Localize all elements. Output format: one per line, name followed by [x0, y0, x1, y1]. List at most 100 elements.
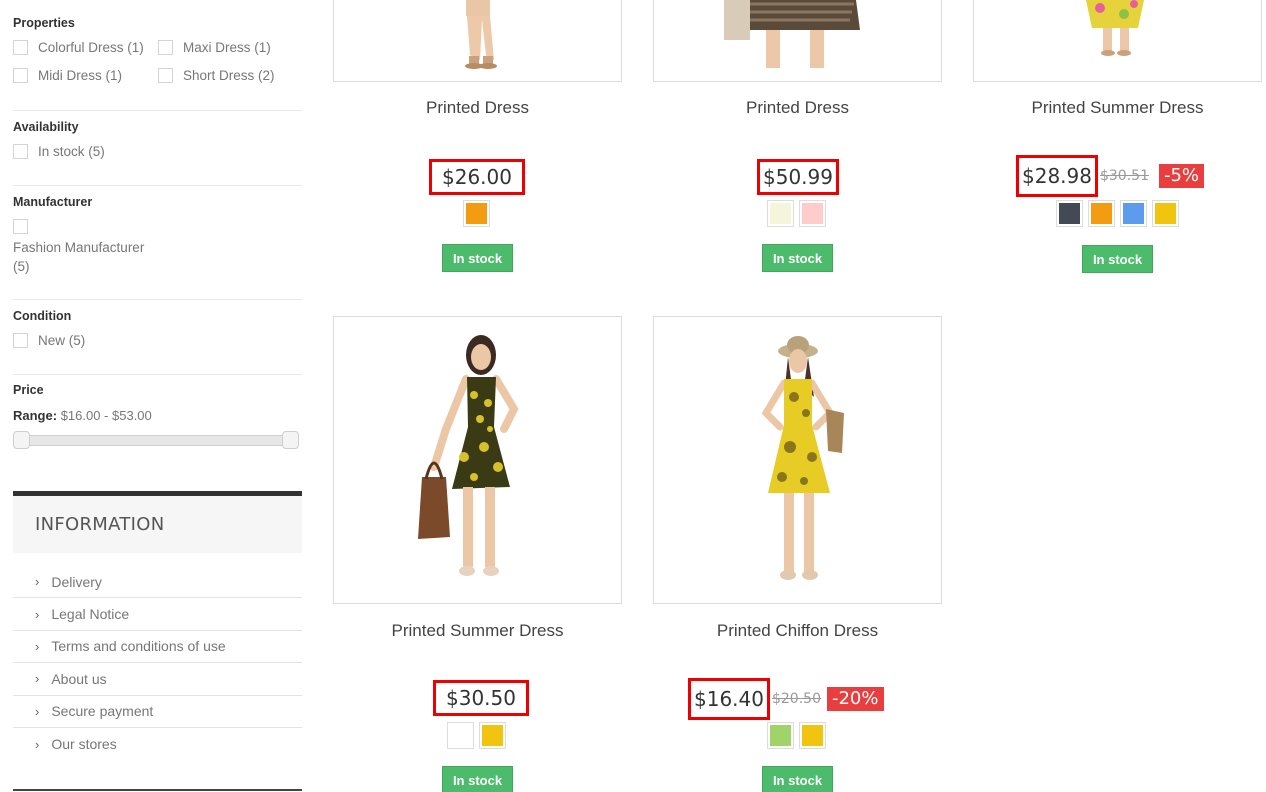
price-range: Range: $16.00 - $53.00 [13, 408, 152, 423]
stock-badge: In stock [762, 244, 833, 272]
info-link-delivery[interactable]: › Delivery [13, 566, 302, 599]
price-row: $16.40 $20.50 -20% [688, 678, 884, 720]
filter-new[interactable]: New (5) [13, 333, 85, 348]
info-link-legal-notice[interactable]: › Legal Notice [13, 598, 302, 631]
product-price: $28.98 [1016, 155, 1098, 197]
discount-badge: -20% [826, 687, 884, 711]
product-price: $16.40 [688, 678, 770, 720]
checkbox[interactable] [158, 68, 173, 83]
color-swatch[interactable] [479, 722, 506, 749]
color-swatches [463, 200, 495, 227]
color-swatch[interactable] [1056, 200, 1083, 227]
color-swatch[interactable] [1120, 200, 1147, 227]
info-link-our-stores[interactable]: › Our stores [13, 728, 302, 760]
product-name[interactable]: Printed Chiffon Dress [653, 621, 942, 641]
filter-midi-dress[interactable]: Midi Dress (1) [13, 68, 122, 83]
color-swatch[interactable] [767, 200, 794, 227]
product-name[interactable]: Printed Summer Dress [333, 621, 622, 641]
facet-title-condition: Condition [13, 309, 72, 323]
divider [13, 185, 302, 186]
filter-in-stock[interactable]: In stock (5) [13, 144, 105, 159]
filter-label: Maxi Dress (1) [183, 40, 271, 55]
product-name[interactable]: Printed Dress [333, 98, 622, 118]
filter-label: Short Dress (2) [183, 68, 275, 83]
color-swatch[interactable] [767, 722, 794, 749]
color-swatch[interactable] [463, 200, 490, 227]
chevron-right-icon: › [35, 703, 40, 719]
stock-badge: In stock [762, 766, 833, 792]
color-swatches [1056, 200, 1184, 227]
price-row: $30.50 [433, 680, 529, 716]
old-price: $20.50 [771, 691, 821, 707]
chevron-right-icon: › [35, 606, 40, 622]
color-swatch[interactable] [447, 722, 474, 749]
old-price: $30.51 [1099, 168, 1149, 184]
information-block: INFORMATION [13, 491, 302, 553]
product-image[interactable] [333, 0, 622, 82]
info-link-label: Legal Notice [51, 606, 130, 623]
info-link-label: About us [51, 670, 107, 687]
checkbox[interactable] [13, 68, 28, 83]
color-swatch[interactable] [799, 200, 826, 227]
stock-badge: In stock [1082, 245, 1153, 273]
product-name[interactable]: Printed Summer Dress [973, 98, 1262, 118]
info-link-terms[interactable]: › Terms and conditions of use [13, 631, 302, 664]
information-title: INFORMATION [35, 514, 165, 535]
filter-label: In stock (5) [38, 144, 105, 159]
color-swatch[interactable] [1152, 200, 1179, 227]
info-link-label: Terms and conditions of use [51, 638, 226, 655]
price-slider-min-handle[interactable] [13, 431, 30, 449]
product-name[interactable]: Printed Dress [653, 98, 942, 118]
checkbox[interactable] [158, 40, 173, 55]
stock-badge: In stock [442, 766, 513, 792]
checkbox[interactable] [13, 40, 28, 55]
checkbox[interactable] [13, 144, 28, 159]
filter-colorful-dress[interactable]: Colorful Dress (1) [13, 40, 144, 55]
color-swatch[interactable] [799, 722, 826, 749]
price-slider-max-handle[interactable] [282, 431, 299, 449]
dress-photo [1086, 0, 1144, 56]
filter-maxi-dress[interactable]: Maxi Dress (1) [158, 40, 271, 55]
price-row: $50.99 [757, 159, 839, 195]
facet-title-availability: Availability [13, 120, 79, 134]
info-link-secure-payment[interactable]: › Secure payment [13, 696, 302, 728]
price-row: $26.00 [429, 159, 525, 195]
filter-fashion-manufacturer-count: (5) [13, 259, 30, 274]
color-swatch[interactable] [1088, 200, 1115, 227]
filter-short-dress[interactable]: Short Dress (2) [158, 68, 275, 83]
stock-badge: In stock [442, 244, 513, 272]
chevron-right-icon: › [35, 638, 40, 654]
filter-fashion-manufacturer-checkbox[interactable] [13, 219, 28, 234]
product-image[interactable] [653, 0, 942, 82]
chevron-right-icon: › [35, 671, 40, 687]
discount-badge: -5% [1158, 164, 1205, 188]
price-range-value: $16.00 - $53.00 [60, 408, 152, 423]
info-link-about-us[interactable]: › About us [13, 663, 302, 696]
sidebar: Properties Colorful Dress (1) Maxi Dress… [13, 0, 302, 792]
product-image[interactable] [653, 316, 942, 604]
filter-fashion-manufacturer-label[interactable]: Fashion Manufacturer [13, 240, 144, 255]
facet-title-manufacturer: Manufacturer [13, 195, 93, 209]
facet-title-properties: Properties [13, 16, 75, 30]
chevron-right-icon: › [35, 574, 40, 590]
dress-photo [418, 335, 519, 576]
dress-photo [761, 336, 844, 580]
product-image[interactable] [333, 316, 622, 604]
checkbox[interactable] [13, 333, 28, 348]
product-image[interactable] [973, 0, 1262, 82]
product-price: $30.50 [433, 680, 529, 716]
info-link-label: Secure payment [51, 703, 154, 720]
price-slider[interactable] [13, 431, 299, 449]
color-swatches [767, 200, 831, 227]
price-range-label: Range: [13, 408, 58, 423]
color-swatches [447, 722, 511, 749]
color-swatches [767, 722, 831, 749]
divider [13, 374, 302, 375]
filter-label: New (5) [38, 333, 86, 348]
facet-title-price: Price [13, 383, 44, 397]
divider [13, 789, 302, 791]
filter-label: Colorful Dress (1) [38, 40, 144, 55]
divider [13, 299, 302, 300]
information-list: › Delivery › Legal Notice › Terms and condi… [13, 566, 302, 760]
dress-photo [724, 0, 860, 68]
